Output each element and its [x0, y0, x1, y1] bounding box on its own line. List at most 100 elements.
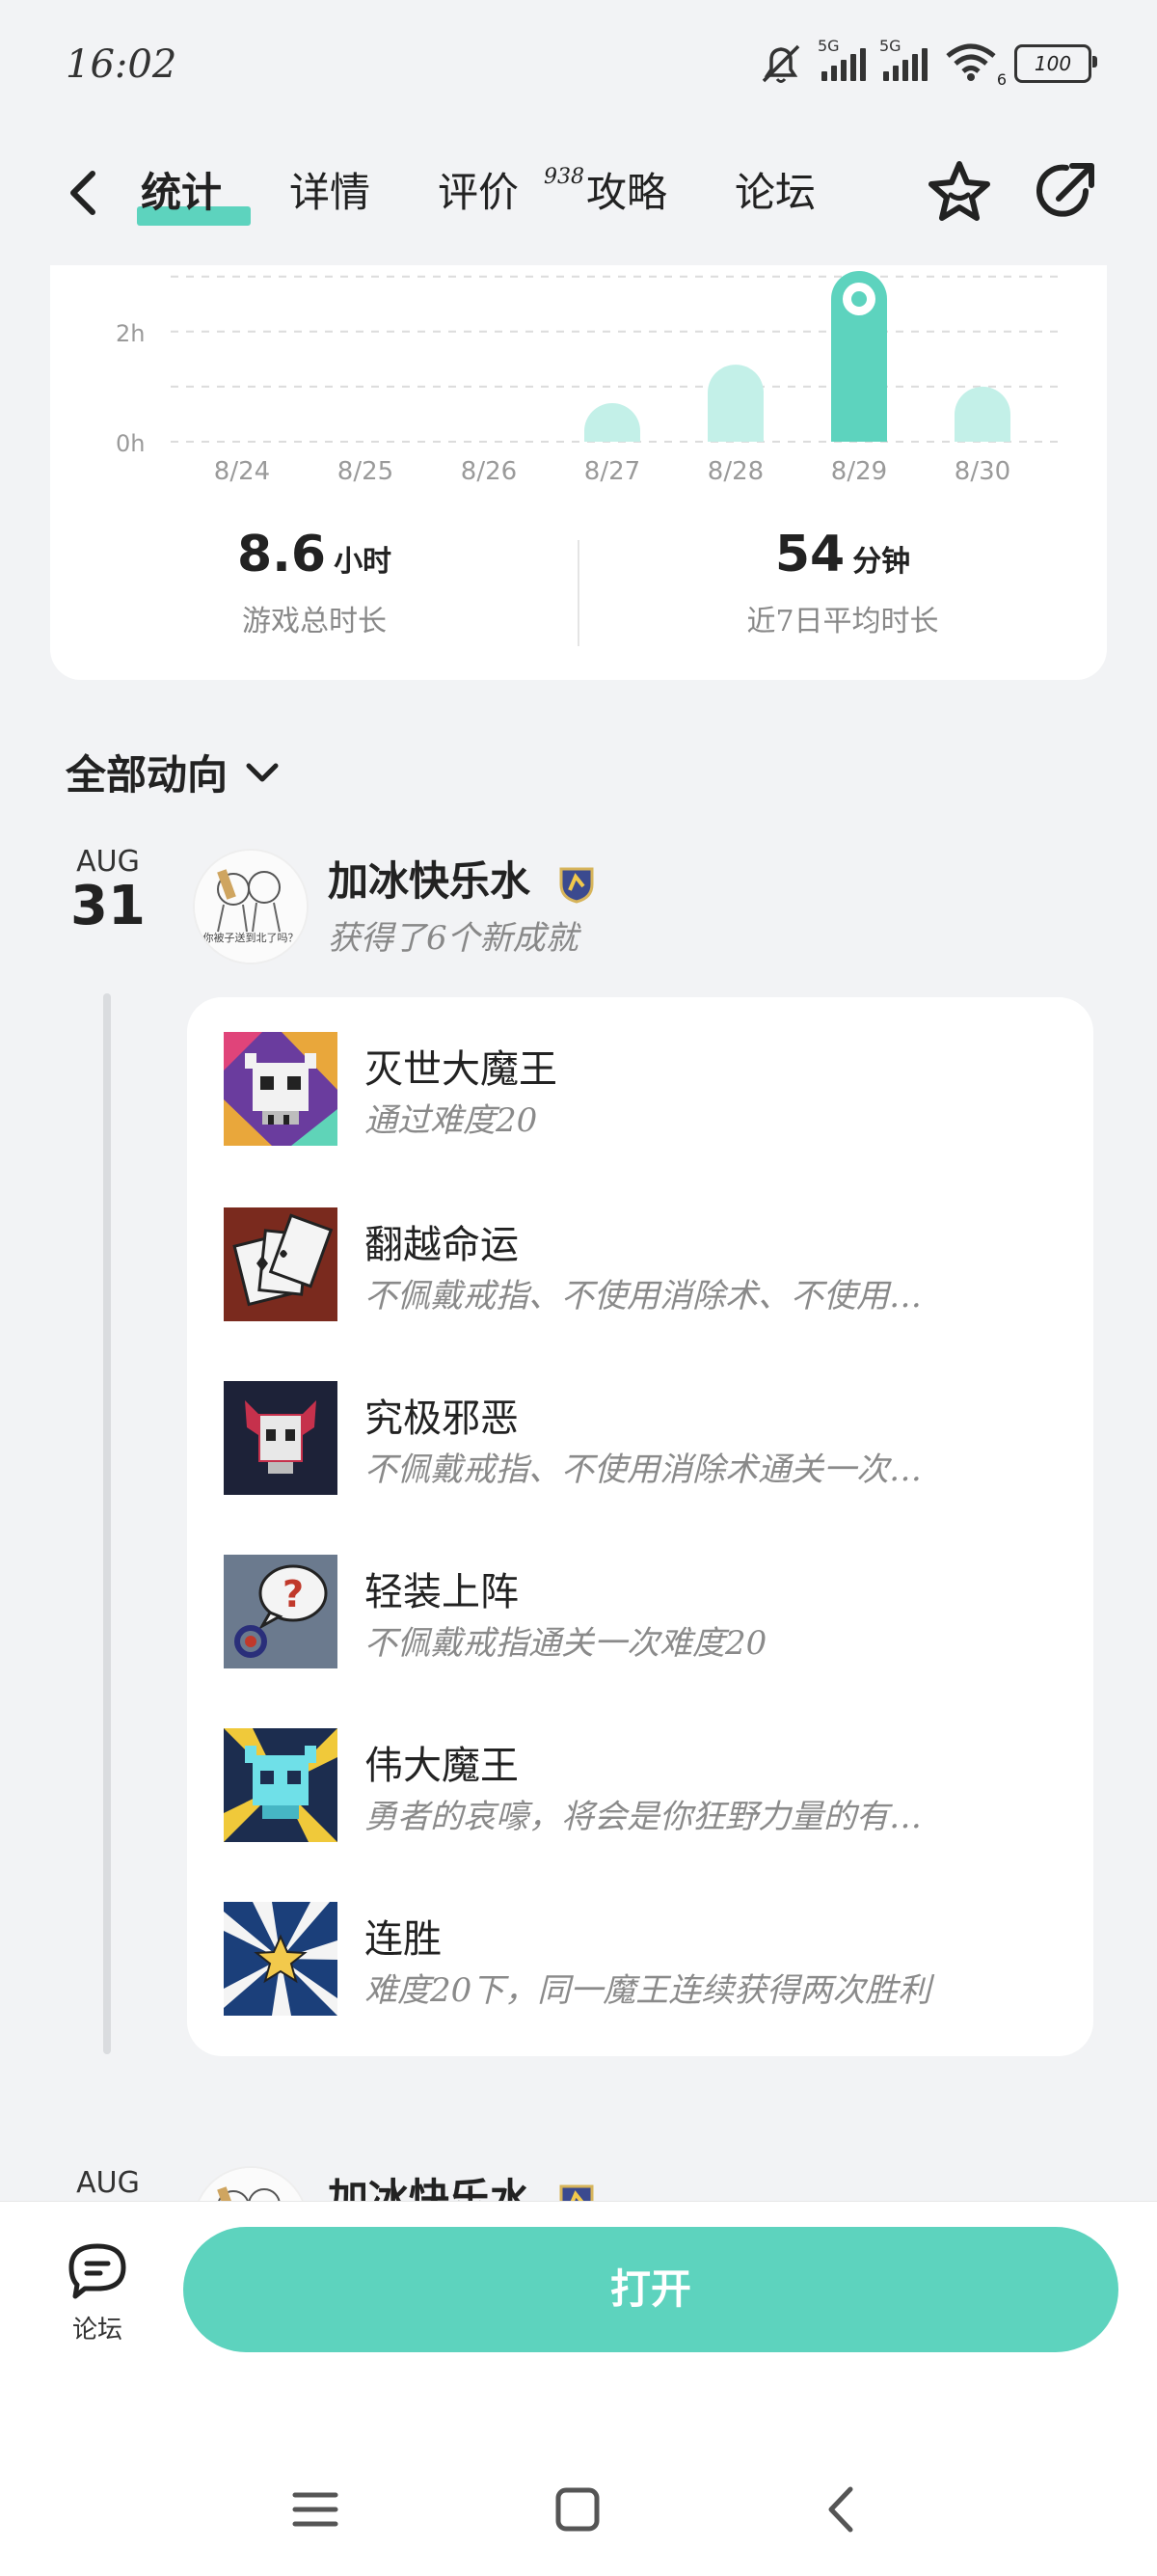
tab-reviews[interactable]: 评价 938: [438, 162, 586, 224]
clock: 16:02: [66, 42, 177, 87]
achievement-desc: 难度20下，同一魔王连续获得两次胜利: [364, 1971, 931, 2010]
achievement-desc: 勇者的哀嚎，将会是你狂野力量的有…: [364, 1798, 922, 1836]
network-type-2: 5G: [879, 37, 901, 55]
total-playtime-value: 8.6: [236, 526, 327, 583]
feed-month: AUG: [76, 845, 140, 879]
achievement-desc: 不佩戴戒指通关一次难度20: [364, 1624, 767, 1663]
user-name-text: 加冰快乐水: [328, 857, 531, 905]
highlight-marker-dot: [851, 291, 867, 307]
y-tick-label: 0h: [116, 430, 145, 457]
achievement-title: 轻装上阵: [364, 1570, 519, 1614]
achievement-desc: 不佩戴戒指、不使用消除术、不使用…: [364, 1277, 922, 1315]
chat-bubble-icon: [68, 2243, 126, 2299]
achievement-item[interactable]: 翻越命运 不佩戴戒指、不使用消除术、不使用…: [224, 1207, 1072, 1323]
tab-guides[interactable]: 攻略: [586, 162, 735, 224]
feed-day: 31: [70, 875, 146, 937]
playtime-bar-chart: 2h 0h 8/24 8/25 8/26 8/27 8/28 8/29 8/30: [116, 271, 1058, 486]
achievement-item[interactable]: 连胜 难度20下，同一魔王连续获得两次胜利: [224, 1902, 1072, 2018]
achievement-title: 伟大魔王: [364, 1744, 519, 1788]
y-tick-label: 2h: [116, 320, 145, 347]
svg-text:?: ?: [283, 1573, 304, 1615]
tab-label: 详情: [289, 169, 371, 216]
tab-label: 论坛: [735, 169, 817, 216]
tab-label: 统计: [141, 169, 223, 216]
blue-skull-icon: [224, 1728, 337, 1842]
home-square-icon[interactable]: [553, 2485, 602, 2534]
chevron-down-icon: [246, 763, 279, 781]
top-nav: 统计 详情 评价 938 攻略 论坛: [0, 145, 1157, 241]
x-tick-label: 8/25: [337, 457, 393, 486]
network-type-1: 5G: [818, 37, 840, 55]
filter-label: 全部动向: [66, 751, 229, 799]
user-name[interactable]: 加冰快乐水: [328, 849, 595, 908]
avg-playtime-value: 54: [774, 526, 846, 583]
cellular-signal-2-icon: 5G: [879, 37, 928, 81]
feed-month: AUG: [76, 2166, 140, 2200]
question-ring-icon: ?: [224, 1555, 337, 1668]
x-tick-label: 8/29: [831, 457, 887, 486]
x-tick-label: 8/27: [584, 457, 640, 486]
menu-icon[interactable]: [291, 2485, 339, 2534]
demon-skull-icon: [224, 1032, 337, 1146]
wifi-badge: 6: [996, 70, 1007, 89]
activity-filter-dropdown[interactable]: 全部动向: [66, 743, 282, 801]
achievement-item[interactable]: 伟大魔王 勇者的哀嚎，将会是你狂野力量的有…: [224, 1728, 1072, 1844]
tab-label: 评价: [438, 169, 520, 216]
wifi-icon: [946, 43, 996, 81]
cards-icon: [224, 1207, 337, 1321]
bottom-action-bar: 论坛 打开: [0, 2201, 1157, 2576]
share-icon[interactable]: [1030, 156, 1101, 228]
timeline-line: [103, 993, 111, 2054]
cellular-signal-1-icon: 5G: [818, 37, 866, 81]
feed-action-text: 获得了6个新成就: [328, 919, 578, 958]
achievement-title: 灭世大魔王: [364, 1047, 557, 1092]
x-tick-label: 8/30: [955, 457, 1010, 486]
total-playtime-unit: 小时: [334, 545, 392, 579]
total-playtime-label: 游戏总时长: [242, 605, 387, 638]
back-arrow-icon[interactable]: [60, 164, 108, 222]
avatar-illustration: [195, 851, 307, 963]
evil-skull-icon: [224, 1381, 337, 1495]
x-tick-label: 8/28: [708, 457, 764, 486]
chart-bar: [955, 386, 1010, 442]
playtime-stats-card: 2h 0h 8/24 8/25 8/26 8/27 8/28 8/29 8/30 8.6 小时 游…: [50, 265, 1107, 680]
favorite-star-icon[interactable]: [924, 156, 995, 228]
x-tick-label: 8/26: [461, 457, 517, 486]
avatar[interactable]: 你被子送到北了吗？: [193, 849, 309, 964]
avg-playtime-label: 近7日平均时长: [746, 605, 939, 638]
tab-stats[interactable]: 统计: [137, 162, 289, 226]
system-back-icon[interactable]: [818, 2485, 866, 2534]
tab-forum[interactable]: 论坛: [735, 162, 883, 224]
chart-bar: [584, 403, 640, 442]
open-game-button[interactable]: 打开: [183, 2227, 1118, 2352]
status-icons: 5G 5G 6 100: [758, 37, 1097, 89]
chart-bar: [708, 365, 764, 442]
achievement-title: 连胜: [364, 1917, 442, 1962]
avg-playtime-stat: 54 分钟 近7日平均时长: [578, 526, 1107, 639]
achievement-title: 翻越命运: [364, 1223, 519, 1267]
achievement-item[interactable]: 灭世大魔王 通过难度20: [224, 1032, 1072, 1148]
total-playtime-stat: 8.6 小时 游戏总时长: [50, 526, 578, 639]
system-nav-bar: [0, 2472, 1157, 2559]
forum-button[interactable]: 论坛: [52, 2240, 143, 2346]
achievements-card: 灭世大魔王 通过难度20 翻越命运 不佩戴戒指、不使用消除术、不使用… 究极邪恶…: [187, 997, 1093, 2056]
battery-indicator: 100: [1014, 44, 1097, 83]
achievement-desc: 不佩戴戒指、不使用消除术通关一次…: [364, 1451, 922, 1489]
achievement-item[interactable]: 究极邪恶 不佩戴戒指、不使用消除术通关一次…: [224, 1381, 1072, 1497]
tab-details[interactable]: 详情: [289, 162, 438, 224]
forum-label: 论坛: [71, 2316, 122, 2345]
feed-date: AUG: [69, 2166, 147, 2200]
avg-playtime-unit: 分钟: [852, 545, 911, 579]
star-burst-icon: [224, 1902, 337, 2016]
user-shield-badge-icon: [559, 867, 594, 904]
tab-label: 攻略: [586, 169, 668, 216]
wifi-status: 6: [945, 42, 1007, 89]
mute-bell-icon: [762, 44, 800, 83]
achievement-title: 究极邪恶: [364, 1396, 519, 1441]
x-tick-label: 8/24: [214, 457, 270, 486]
achievement-desc: 通过难度20: [364, 1101, 538, 1140]
review-count-badge: 938: [544, 165, 584, 189]
avatar-caption: 你被子送到北了吗？: [202, 932, 299, 944]
achievement-item[interactable]: ? 轻装上阵 不佩戴戒指通关一次难度20: [224, 1555, 1072, 1670]
battery-level: 100: [1034, 52, 1072, 75]
